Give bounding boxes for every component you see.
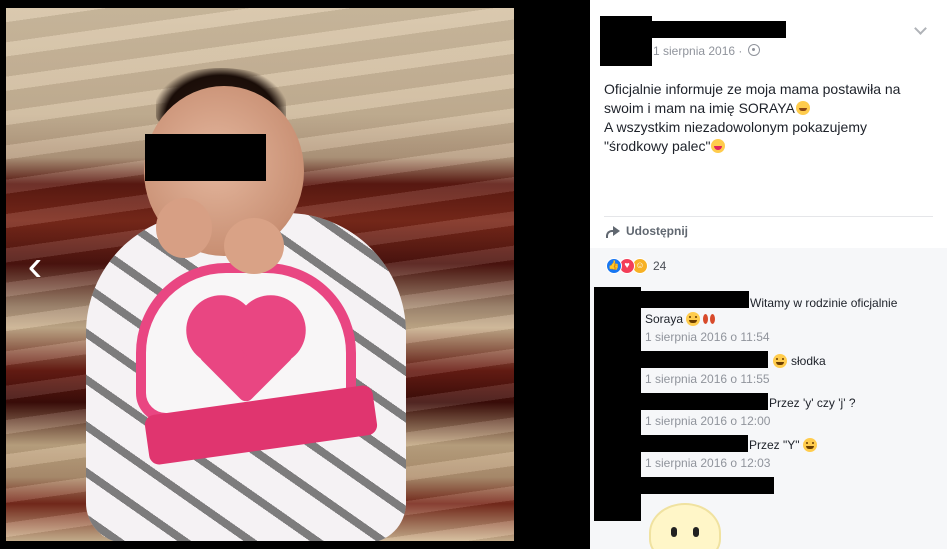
share-button[interactable]: Udostępnij (604, 224, 688, 238)
comment-3-text: Przez 'y' czy 'j' ? (769, 396, 856, 410)
comment-3-time[interactable]: 1 sierpnia 2016 o 12:00 (645, 414, 770, 428)
commenter-name-censor (641, 393, 768, 410)
comment-1-time[interactable]: 1 sierpnia 2016 o 11:54 (645, 330, 770, 344)
post-timestamp[interactable]: 1 sierpnia 2016 · (653, 44, 742, 58)
baby-hand-right (224, 218, 284, 274)
comment-2-text: słodka (773, 354, 826, 368)
kissing-emoji-icon (686, 312, 701, 326)
comment-2-time[interactable]: 1 sierpnia 2016 o 11:55 (645, 372, 770, 386)
previous-photo-arrow-icon[interactable]: ‹ (18, 244, 52, 288)
post-panel: 1 sierpnia 2016 · Oficjalnie informuje z… (590, 0, 947, 549)
post-line-2: swoim i mam na imię SORAYA (604, 99, 924, 118)
post-line-4: "środkowy palec" (604, 137, 924, 156)
share-arrow-icon (604, 225, 620, 238)
smiling-emoji-icon (802, 438, 817, 452)
like-reaction-icon: 👍 (606, 258, 622, 274)
comment-4-time[interactable]: 1 sierpnia 2016 o 12:03 (645, 456, 770, 470)
post-line-1: Oficjalnie informuje ze moja mama postaw… (604, 81, 901, 97)
divider (604, 216, 933, 217)
globe-icon (748, 44, 760, 56)
comment-4-text: Przez "Y" (749, 438, 817, 452)
commenter-name-censor (641, 477, 774, 494)
footprints-emoji-icon (702, 312, 716, 326)
post-photo[interactable] (6, 8, 514, 541)
author-avatar-censor (600, 16, 652, 66)
grinning-emoji-icon (795, 101, 810, 115)
reaction-count: 24 (653, 259, 667, 273)
author-name-censor (652, 21, 786, 38)
reactions-summary[interactable]: 👍 ♥ ☺ 24 (606, 258, 666, 274)
tongue-emoji-icon (711, 139, 726, 153)
commenter-name-censor (641, 291, 749, 308)
comment-1-text-cont: Soraya (645, 312, 716, 326)
share-label: Udostępnij (626, 224, 688, 238)
face-censor-bar (145, 134, 266, 181)
commenter-name-censor (641, 435, 748, 452)
post-body: Oficjalnie informuje ze moja mama postaw… (604, 80, 924, 156)
kissing-emoji-icon (773, 354, 787, 368)
chevron-down-icon[interactable] (914, 22, 927, 35)
comment-1-text: Witamy w rodzinie oficjalnie (750, 296, 898, 310)
commenter-avatars-censor (594, 287, 641, 521)
photo-viewer: ‹ (0, 0, 590, 549)
commenter-name-censor (641, 351, 768, 368)
baby-hand-left (156, 198, 212, 258)
post-line-3: A wszystkim niezadowolonym pokazujemy (604, 119, 867, 135)
